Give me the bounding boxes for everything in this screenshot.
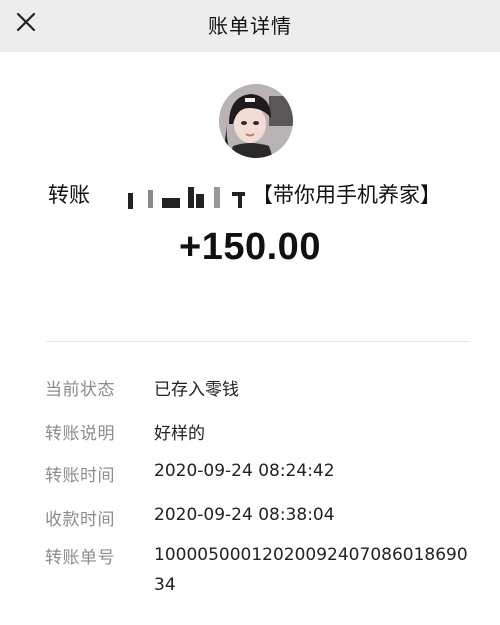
payer-line: 转账 【带你用手机养家】 [48,178,468,212]
header-bar: 账单详情 [0,0,500,52]
receive-time-value: 2020-09-24 08:38:04 [154,505,335,525]
transfer-number-value[interactable]: 1000050001202009240708601869034 [154,540,472,600]
status-value: 已存入零钱 [154,380,239,400]
memo-label: 转账说明 [45,424,115,444]
receive-time-label: 收款时间 [45,510,115,530]
transfer-time-label: 转账时间 [45,466,115,486]
status-label: 当前状态 [45,380,115,400]
page-title: 账单详情 [208,14,292,38]
divider [46,341,470,342]
avatar[interactable] [219,84,293,158]
transfer-number-label: 转账单号 [45,548,115,568]
group-name: 【带你用手机养家】 [252,183,441,207]
redacted-name [120,184,250,209]
transfer-time-value: 2020-09-24 08:24:42 [154,461,335,481]
avatar-image [219,84,293,158]
amount: +150.00 [179,226,321,268]
memo-value: 好样的 [154,424,205,444]
transfer-prefix: 转账 [48,183,90,207]
